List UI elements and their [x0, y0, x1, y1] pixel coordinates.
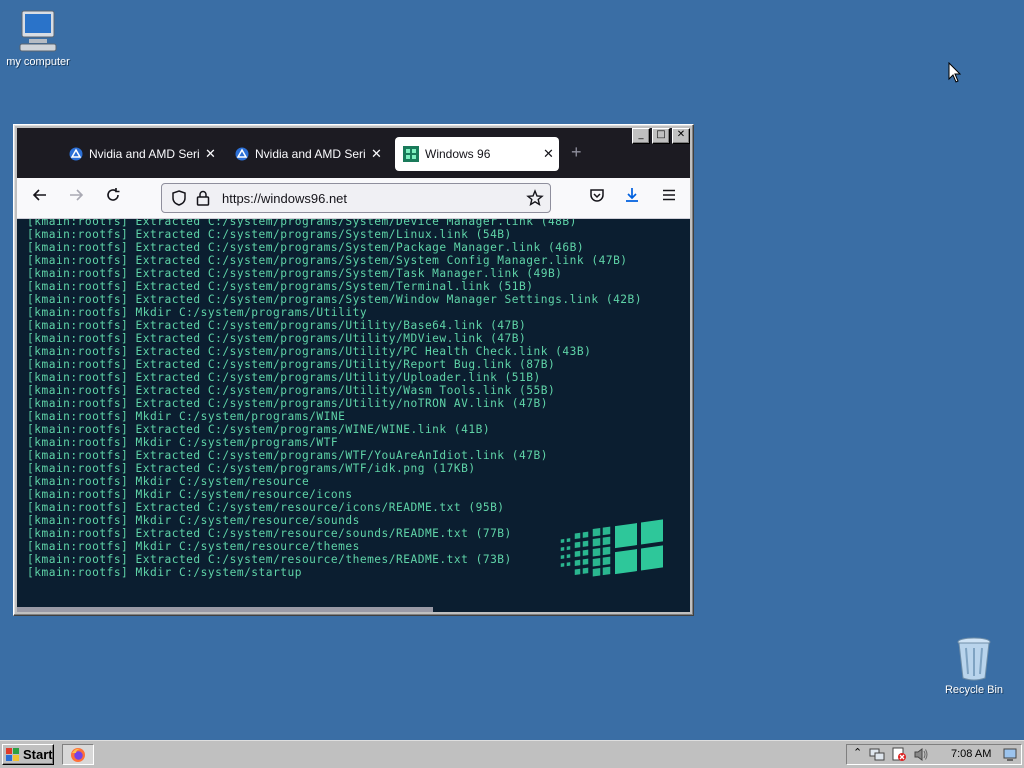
start-button[interactable]: Start	[2, 744, 54, 765]
console-line: [kmain:rootfs] Extracted C:/system/progr…	[27, 449, 548, 462]
console-line: [kmain:rootfs] Extracted C:/system/progr…	[27, 358, 556, 371]
reload-button[interactable]	[102, 187, 124, 209]
tab-close-icon[interactable]: ✕	[543, 146, 554, 162]
hamburger-menu-icon	[663, 189, 675, 201]
console-line: [kmain:rootfs] Extracted C:/system/progr…	[27, 332, 527, 345]
firefox-icon	[71, 747, 85, 762]
tab-windows-96[interactable]: Windows 96 ✕	[395, 137, 559, 171]
menu-button[interactable]	[658, 187, 680, 209]
tab-bar: Nvidia and AMD Serious ✕ Nvidia and AMD …	[17, 128, 690, 178]
console-line: [kmain:rootfs] Extracted C:/system/progr…	[27, 254, 628, 267]
tab-title: Windows 96	[425, 147, 491, 161]
console-line: [kmain:rootfs] Mkdir C:/system/programs/…	[27, 436, 339, 449]
console-line: [kmain:rootfs] Extracted C:/system/progr…	[27, 371, 541, 384]
downloads-button[interactable]	[621, 187, 643, 209]
firefox-browser: Nvidia and AMD Serious ✕ Nvidia and AMD …	[17, 128, 690, 612]
windows96-logo-icon	[559, 517, 665, 579]
tab-favicon-icon	[69, 147, 83, 161]
windows96-favicon-icon	[403, 146, 419, 162]
network-icon[interactable]	[869, 747, 885, 762]
volume-icon[interactable]	[913, 747, 929, 762]
show-desktop-icon[interactable]	[1003, 747, 1017, 762]
navigation-toolbar: https://windows96.net	[17, 178, 690, 219]
tab-close-icon[interactable]: ✕	[205, 146, 216, 162]
console-line: [kmain:rootfs] Extracted C:/system/progr…	[27, 241, 585, 254]
desktop-icon-recycle-bin[interactable]: Recycle Bin	[929, 636, 1019, 696]
download-icon	[626, 188, 638, 202]
lock-icon[interactable]	[195, 189, 211, 207]
desktop-icon-label: my computer	[6, 56, 70, 68]
pocket-button[interactable]	[586, 187, 608, 209]
recycle-bin-icon	[957, 637, 991, 681]
computer-icon	[19, 10, 57, 52]
reload-icon	[107, 188, 120, 201]
maximize-button[interactable]: □	[652, 128, 670, 144]
start-label: Start	[23, 747, 53, 762]
console-line: [kmain:rootfs] Extracted C:/system/progr…	[27, 397, 548, 410]
console-line: [kmain:rootfs] Extracted C:/system/progr…	[27, 345, 592, 358]
tab-favicon-icon	[235, 147, 249, 161]
tab-close-icon[interactable]: ✕	[371, 146, 382, 162]
start-windows-icon	[6, 747, 19, 761]
pocket-icon	[590, 189, 604, 202]
console-line: [kmain:rootfs] Extracted C:/system/progr…	[27, 267, 563, 280]
page-content[interactable]: [kmain:rootfs] Extracted C:/system/progr…	[17, 219, 690, 612]
console-line: [kmain:rootfs] Extracted C:/system/progr…	[27, 319, 527, 332]
console-line: [kmain:rootfs] Extracted C:/system/progr…	[27, 293, 643, 306]
system-tray: ⌃ 7:08 AM	[846, 744, 1022, 765]
forward-arrow-icon	[70, 189, 84, 201]
console-line: [kmain:rootfs] Extracted C:/system/progr…	[27, 228, 512, 241]
new-tab-button[interactable]: +	[571, 142, 582, 163]
tray-expand-icon[interactable]: ⌃	[853, 746, 862, 759]
tab-nvidia-2[interactable]: Nvidia and AMD Serious ✕	[231, 137, 385, 171]
shield-icon[interactable]	[170, 189, 188, 207]
tab-title: Nvidia and AMD Serious	[89, 147, 199, 161]
close-button[interactable]: ✕	[672, 128, 690, 144]
back-button[interactable]	[29, 187, 51, 209]
desktop-icon-label: Recycle Bin	[944, 684, 1004, 696]
taskbar-firefox-button[interactable]	[62, 744, 94, 765]
mouse-cursor-icon	[948, 62, 962, 83]
clock[interactable]: 7:08 AM	[951, 748, 991, 760]
console-line: [kmain:rootfs] Mkdir C:/system/programs/…	[27, 410, 346, 423]
console-line: [kmain:rootfs] Mkdir C:/system/programs/…	[27, 306, 368, 319]
horizontal-scrollbar[interactable]	[17, 607, 433, 612]
window-controls: _ □ ✕	[632, 128, 690, 144]
desktop-icon-my-computer[interactable]: my computer	[0, 8, 83, 68]
tab-nvidia-1[interactable]: Nvidia and AMD Serious ✕	[65, 137, 219, 171]
minimize-button[interactable]: _	[632, 128, 650, 144]
console-line: [kmain:rootfs] Extracted C:/system/progr…	[27, 423, 491, 436]
browser-window: _ □ ✕ Nvidia and AMD Serious ✕ Nvidia an…	[13, 124, 694, 616]
forward-button[interactable]	[65, 187, 87, 209]
console-line: [kmain:rootfs] Extracted C:/system/progr…	[27, 462, 476, 475]
tab-title: Nvidia and AMD Serious	[255, 147, 365, 161]
back-arrow-icon	[32, 189, 46, 201]
taskbar: Start ⌃ 7:08 AM	[0, 740, 1024, 768]
action-center-warning-icon[interactable]	[891, 747, 907, 762]
console-line: [kmain:rootfs] Mkdir C:/system/resource	[27, 475, 310, 488]
bookmark-star-icon[interactable]	[526, 189, 544, 207]
console-line: [kmain:rootfs] Extracted C:/system/progr…	[27, 280, 534, 293]
address-bar[interactable]: https://windows96.net	[161, 183, 551, 213]
console-line: [kmain:rootfs] Extracted C:/system/progr…	[27, 219, 577, 228]
console-line: [kmain:rootfs] Extracted C:/system/progr…	[27, 384, 556, 397]
url-text[interactable]: https://windows96.net	[222, 191, 347, 206]
